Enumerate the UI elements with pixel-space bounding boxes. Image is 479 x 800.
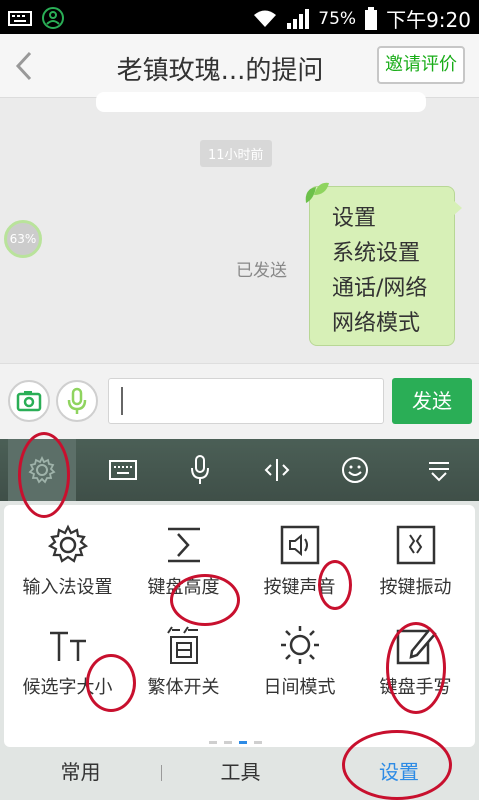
handwriting-icon: [396, 627, 437, 665]
input-bar: 发送: [0, 363, 479, 439]
back-arrow-icon[interactable]: [12, 50, 36, 82]
cursor-move-button[interactable]: [243, 439, 311, 501]
keyboard-icon: [109, 460, 137, 480]
settings-icon: [28, 455, 56, 484]
setting-label: 输入法设置: [22, 577, 113, 598]
chat-area: 11小时前 63% 已发送 设置 系统设置 通话/网络 网络模式: [0, 92, 479, 363]
keyboard-height-icon: [167, 527, 200, 563]
upload-progress: 63%: [4, 220, 42, 258]
keyboard-toolbar: [0, 439, 479, 501]
gear-icon: [47, 524, 88, 563]
battery-percent: 75%: [318, 8, 357, 29]
setting-label: 按键振动: [379, 577, 452, 598]
key-sound-icon: [280, 525, 319, 565]
battery-icon: [365, 6, 378, 30]
handwriting-button[interactable]: 键盘手写: [358, 609, 473, 709]
day-mode-icon: [280, 626, 319, 664]
page-dot: [254, 741, 262, 744]
collapse-icon: [429, 462, 449, 482]
clock: 下午9:20: [386, 8, 471, 32]
keyboard-toggle-button[interactable]: [89, 439, 157, 501]
message-line: 系统设置: [332, 241, 421, 266]
voice-button[interactable]: [56, 380, 98, 422]
setting-label: 按键声音: [263, 577, 336, 598]
font-size-icon: [49, 631, 86, 661]
page-title: 老镇玫瑰...的提问: [116, 56, 324, 86]
message-line: 设置: [332, 206, 377, 231]
key-sound-button[interactable]: 按键声音: [242, 509, 357, 609]
setting-label: 繁体开关: [147, 677, 220, 698]
key-vibration-button[interactable]: 按键振动: [358, 509, 473, 609]
bubble-tail: [454, 201, 462, 215]
keyboard-settings-button[interactable]: [8, 439, 76, 501]
message-timestamp: 11小时前: [200, 140, 272, 167]
wifi-icon: [254, 10, 277, 27]
tab-tools[interactable]: 工具: [162, 745, 319, 800]
setting-label: 键盘手写: [379, 677, 452, 698]
traditional-chinese-icon: [166, 626, 198, 664]
message-input[interactable]: [108, 378, 384, 424]
emoji-button[interactable]: [321, 439, 389, 501]
page-dot-active: [239, 741, 247, 744]
signal-icon: [287, 8, 310, 29]
status-bar: 75% 下午9:20: [0, 0, 479, 34]
setting-label: 日间模式: [263, 677, 336, 698]
camera-button[interactable]: [8, 380, 50, 422]
tab-common[interactable]: 常用: [0, 745, 161, 800]
emoji-icon: [342, 457, 368, 483]
page-dot: [209, 741, 217, 744]
keyboard-height-button[interactable]: 键盘高度: [126, 509, 241, 609]
text-caret: [121, 387, 123, 415]
panel-tab-bar: 常用 工具 设置: [0, 745, 479, 800]
day-mode-button[interactable]: 日间模式: [242, 609, 357, 709]
keyboard-settings-panel: 输入法设置 键盘高度 按键声音 按键振动 候选字大小 繁体开关 日间模式 键盘手…: [0, 501, 479, 800]
previous-message-bubble: [96, 92, 426, 112]
tab-settings[interactable]: 设置: [319, 745, 479, 800]
sent-status: 已发送: [236, 261, 287, 281]
setting-label: 候选字大小: [22, 677, 113, 698]
setting-label: 键盘高度: [147, 577, 220, 598]
ime-settings-button[interactable]: 输入法设置: [10, 509, 125, 609]
microphone-icon: [191, 455, 209, 484]
camera-icon: [16, 391, 42, 412]
cursor-icon: [264, 459, 290, 481]
leaf-icon: [305, 182, 329, 203]
message-line: 网络模式: [332, 311, 421, 336]
traditional-toggle-button[interactable]: 繁体开关: [126, 609, 241, 709]
page-indicator: [209, 741, 262, 744]
message-line: 通话/网络: [332, 276, 428, 301]
contact-icon: [42, 7, 64, 29]
send-button[interactable]: 发送: [392, 378, 472, 424]
invite-review-button[interactable]: 邀请评价: [377, 46, 465, 84]
chat-header: 老镇玫瑰...的提问 邀请评价: [0, 34, 479, 98]
candidate-size-button[interactable]: 候选字大小: [10, 609, 125, 709]
settings-grid: 输入法设置 键盘高度 按键声音 按键振动 候选字大小 繁体开关 日间模式 键盘手…: [4, 505, 475, 747]
keyboard-icon: [8, 11, 32, 26]
hide-keyboard-button[interactable]: [405, 439, 473, 501]
key-vibration-icon: [396, 525, 435, 565]
page-dot: [224, 741, 232, 744]
voice-input-button[interactable]: [166, 439, 234, 501]
microphone-icon: [67, 387, 87, 414]
message-bubble[interactable]: 设置 系统设置 通话/网络 网络模式: [305, 182, 462, 346]
